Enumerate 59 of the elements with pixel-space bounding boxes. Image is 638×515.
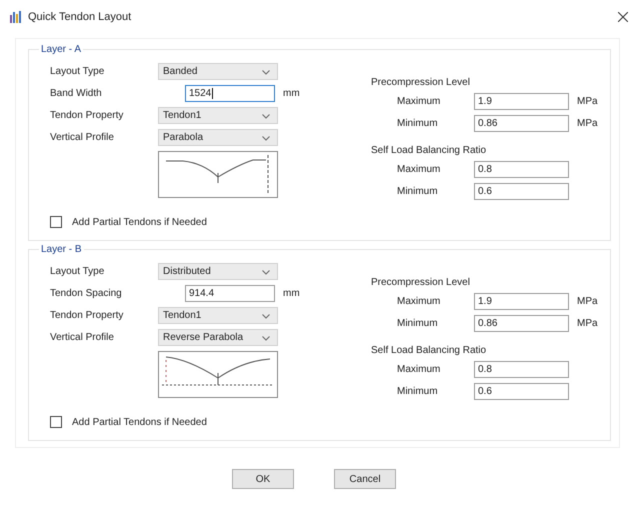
field-label: Vertical Profile bbox=[50, 132, 115, 143]
vertical-profile-dropdown[interactable]: Reverse Parabola bbox=[158, 329, 278, 346]
input-field[interactable]: 1.9 bbox=[474, 93, 569, 110]
field-label: Minimum bbox=[397, 386, 439, 397]
unit-label: MPa bbox=[577, 96, 598, 107]
field-label: Maximum bbox=[397, 296, 442, 307]
window-title: Quick Tendon Layout bbox=[28, 11, 132, 23]
section-title: Self Load Balancing Ratio bbox=[371, 345, 488, 356]
field-label: Minimum bbox=[397, 186, 439, 197]
checkbox[interactable] bbox=[50, 416, 62, 428]
group-title: Layer - B bbox=[39, 244, 84, 255]
input-field[interactable]: 914.4 bbox=[185, 285, 275, 302]
chevron-icon bbox=[262, 336, 270, 341]
section-title: Self Load Balancing Ratio bbox=[371, 145, 488, 156]
field-label: Layout Type bbox=[50, 66, 106, 77]
field-label: Tendon Property bbox=[50, 310, 124, 321]
unit-label: mm bbox=[283, 88, 300, 99]
field-label: Vertical Profile bbox=[50, 332, 115, 343]
tendon-property-dropdown[interactable]: Tendon1 bbox=[158, 307, 278, 324]
vertical-profile-dropdown[interactable]: Parabola bbox=[158, 129, 278, 146]
unit-label: MPa bbox=[577, 318, 598, 329]
field-label: Maximum bbox=[397, 96, 442, 107]
field-label: Band Width bbox=[50, 88, 103, 99]
input-field[interactable]: 0.8 bbox=[474, 361, 569, 378]
layout-type-dropdown[interactable]: Distributed bbox=[158, 263, 278, 280]
unit-label: MPa bbox=[577, 296, 598, 307]
field-label: Tendon Spacing bbox=[50, 288, 123, 299]
group-title: Layer - A bbox=[39, 44, 84, 55]
input-field[interactable]: 0.6 bbox=[474, 183, 569, 200]
field-label: Minimum bbox=[397, 118, 439, 129]
section-title: Precompression Level bbox=[371, 77, 471, 88]
unit-label: mm bbox=[283, 288, 300, 299]
section-title: Precompression Level bbox=[371, 277, 471, 288]
chevron-icon bbox=[262, 114, 270, 119]
input-field[interactable]: 0.6 bbox=[474, 383, 569, 400]
checkbox-label: Add Partial Tendons if Needed bbox=[72, 416, 207, 428]
cancel-button[interactable]: Cancel bbox=[334, 469, 396, 489]
chevron-icon bbox=[262, 270, 270, 275]
input-field[interactable]: 1524 bbox=[185, 85, 275, 102]
checkbox-label: Add Partial Tendons if Needed bbox=[72, 216, 207, 228]
close-icon[interactable] bbox=[618, 12, 628, 22]
input-field[interactable]: 0.86 bbox=[474, 115, 569, 132]
input-field[interactable]: 0.86 bbox=[474, 315, 569, 332]
field-label: Tendon Property bbox=[50, 110, 124, 121]
input-field[interactable]: 0.8 bbox=[474, 161, 569, 178]
chevron-icon bbox=[262, 136, 270, 141]
chevron-icon bbox=[262, 70, 270, 75]
ok-button[interactable]: OK bbox=[232, 469, 294, 489]
layout-type-dropdown[interactable]: Banded bbox=[158, 63, 278, 80]
field-label: Minimum bbox=[397, 318, 439, 329]
checkbox[interactable] bbox=[50, 216, 62, 228]
unit-label: MPa bbox=[577, 118, 598, 129]
field-label: Maximum bbox=[397, 164, 442, 175]
chevron-icon bbox=[262, 314, 270, 319]
app-icon bbox=[10, 11, 22, 23]
field-label: Maximum bbox=[397, 364, 442, 375]
input-field[interactable]: 1.9 bbox=[474, 293, 569, 310]
field-label: Layout Type bbox=[50, 266, 106, 277]
tendon-property-dropdown[interactable]: Tendon1 bbox=[158, 107, 278, 124]
